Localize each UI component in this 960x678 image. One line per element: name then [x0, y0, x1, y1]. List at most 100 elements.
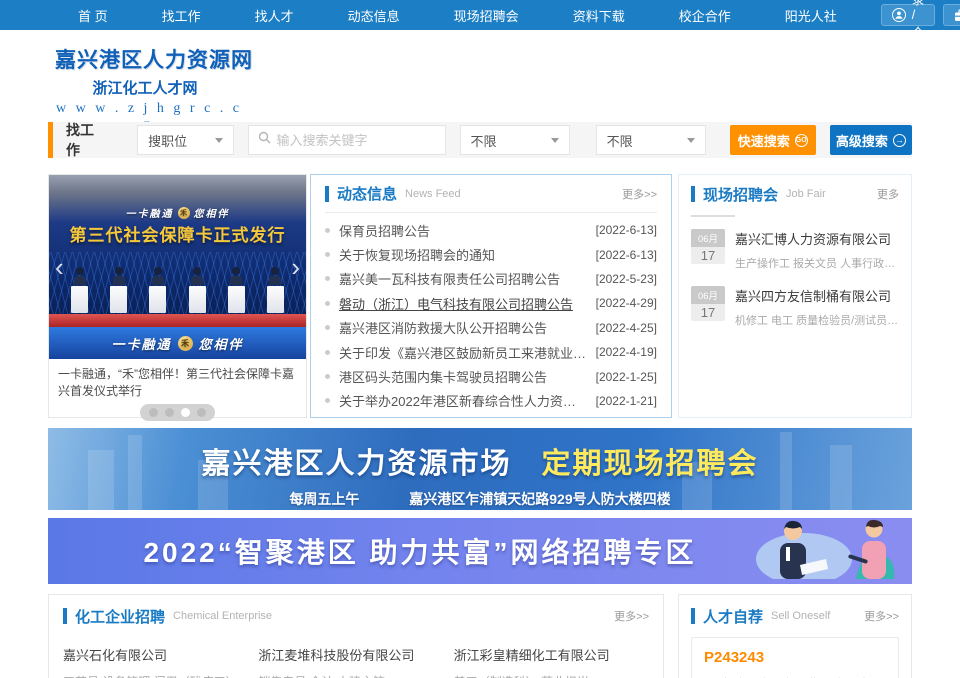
date-badge: 06月 17 [691, 229, 725, 271]
news-row[interactable]: 嘉兴美一瓦科技有限责任公司招聘公告 [2022-5-23] [325, 267, 657, 291]
chevron-down-icon [551, 138, 559, 143]
news-item-title[interactable]: 关于印发《嘉兴港区鼓励新员工来港就业补助操作... [339, 343, 588, 362]
news-row[interactable]: 磐动（浙江）电气科技有限公司招聘公告 [2022-4-29] [325, 291, 657, 315]
arrow-circle-icon: → [893, 134, 906, 147]
date-month: 06月 [691, 229, 725, 247]
news-row[interactable]: 关于恢复现场招聘会的通知 [2022-6-13] [325, 242, 657, 266]
person-figure [267, 267, 284, 313]
search-input[interactable] [277, 133, 453, 148]
personal-login-label: 个人登录 / 个人注册 [912, 0, 925, 98]
footer-left: 一卡融通 [111, 334, 171, 353]
company-name[interactable]: 浙江彩皇精细化工有限公司 [454, 645, 649, 664]
nav-item-find-talent[interactable]: 找人才 [245, 6, 304, 25]
nav-item-find-job[interactable]: 找工作 [152, 6, 211, 25]
news-item-date: [2022-1-25] [596, 370, 657, 384]
site-title[interactable]: 嘉兴港区人力资源网 [55, 44, 960, 74]
fair-positions: 生产操作工 报关文员 人事行政助理... [735, 255, 899, 271]
news-item-title[interactable]: 关于举办2022年港区新春综合性人力资源暨春风... [339, 391, 588, 410]
news-row[interactable]: 港区码头范围内集卡驾驶员招聘公告 [2022-1-25] [325, 364, 657, 388]
dots-pill [140, 404, 215, 421]
personal-login-button[interactable]: 个人登录 / 个人注册 [881, 4, 936, 26]
talent-panel: 人才自荐 Sell Oneself 更多>> P243243 男 ｜ 嘉兴市->… [678, 594, 912, 678]
company-item[interactable]: 嘉兴石化有限公司 工艺员 设备管理 门卫（残疾工） [63, 645, 258, 678]
bullet-icon [325, 374, 330, 379]
carousel-slide[interactable]: 一卡融通 禾 您相伴 第三代社会保障卡正式发行 [49, 175, 306, 359]
carousel-dot-active[interactable] [181, 408, 190, 417]
job-fair-more-link[interactable]: 更多 [877, 186, 899, 202]
news-row[interactable]: 关于印发《嘉兴港区鼓励新员工来港就业补助操作... [2022-4-19] [325, 340, 657, 364]
date-month: 06月 [691, 286, 725, 304]
bullet-icon [325, 276, 330, 281]
carousel-caption[interactable]: 一卡融通，“禾”您相伴！第三代社会保障卡嘉兴首发仪式举行 [49, 359, 306, 401]
news-item-title[interactable]: 嘉兴港区消防救援大队公开招聘公告 [339, 318, 588, 337]
chevron-down-icon [215, 138, 223, 143]
person-figure [110, 267, 127, 313]
news-item-title[interactable]: 磐动（浙江）电气科技有限公司招聘公告 [339, 294, 588, 313]
carousel-next-arrow[interactable]: › [285, 251, 306, 283]
enterprise-entry-button[interactable]: 企业入口 [943, 4, 960, 26]
company-item[interactable]: 浙江彩皇精细化工有限公司 普工（制造科） 营业担当 [454, 645, 649, 678]
nav-item-job-fair[interactable]: 现场招聘会 [444, 6, 529, 25]
news-more-link[interactable]: 更多>> [622, 186, 657, 202]
search-category-select[interactable]: 搜职位 [137, 125, 233, 155]
job-market-banner[interactable]: 嘉兴港区人力资源市场 定期现场招聘会 每周五上午 嘉兴港区乍浦镇天妃路929号人… [48, 428, 912, 510]
chemical-more-link[interactable]: 更多>> [614, 608, 649, 624]
main-row: 一卡融通 禾 您相伴 第三代社会保障卡正式发行 [48, 174, 912, 418]
news-row[interactable]: 保育员招聘公告 [2022-6-13] [325, 218, 657, 242]
slide-tagline: 一卡融通 禾 您相伴 [49, 205, 306, 220]
news-item-title[interactable]: 保育员招聘公告 [339, 221, 588, 240]
bullet-icon [325, 398, 330, 403]
site-header: 嘉兴港区人力资源网 浙江化工人才网 w w w . z j h g r c . … [0, 30, 960, 122]
footer-right: 您相伴 [199, 334, 244, 353]
filter2-select[interactable]: 不限 [596, 125, 706, 155]
filter1-select[interactable]: 不限 [460, 125, 570, 155]
carousel-prev-arrow[interactable]: ‹ [49, 251, 70, 283]
talent-title: 人才自荐 [703, 606, 763, 627]
company-list: 嘉兴石化有限公司 工艺员 设备管理 门卫（残疾工） 浙江麦堆科技股份有限公司 销… [63, 645, 649, 678]
news-item-title[interactable]: 港区码头范围内集卡驾驶员招聘公告 [339, 367, 588, 386]
chemical-panel: 化工企业招聘 Chemical Enterprise 更多>> 嘉兴石化有限公司… [48, 594, 664, 678]
carousel-dot[interactable] [149, 408, 158, 417]
tagline-left: 一卡融通 [126, 205, 174, 220]
fair-info: 嘉兴四方友信制桶有限公司 机修工 电工 质量检验员/测试员 叉车... [735, 286, 899, 328]
company-item[interactable]: 浙江麦堆科技股份有限公司 销售专员 会计 土建主管 [258, 645, 453, 678]
fair-company[interactable]: 嘉兴汇博人力资源有限公司 [735, 229, 899, 248]
news-title: 动态信息 [337, 183, 397, 204]
briefcase-icon [954, 9, 960, 22]
fair-company[interactable]: 嘉兴四方友信制桶有限公司 [735, 286, 899, 305]
carousel: 一卡融通 禾 您相伴 第三代社会保障卡正式发行 [48, 174, 307, 418]
advanced-search-label: 高级搜索 [836, 131, 888, 150]
job-fair-item[interactable]: 06月 17 嘉兴汇博人力资源有限公司 生产操作工 报关文员 人事行政助理... [691, 229, 899, 271]
stage-strip [49, 314, 306, 327]
job-fair-panel: 现场招聘会 Job Fair 更多 06月 17 嘉兴汇博人力资源有限公司 生产… [678, 174, 912, 418]
nav-item-school-coop[interactable]: 校企合作 [669, 6, 741, 25]
advanced-search-button[interactable]: 高级搜索 → [830, 125, 912, 155]
talent-card[interactable]: P243243 男 ｜ 嘉兴市->嘉兴港区 ｜ 八年以上 [691, 637, 899, 678]
talent-more-link[interactable]: 更多>> [864, 608, 899, 624]
talent-id[interactable]: P243243 [704, 649, 886, 666]
banner1-details: 每周五上午 嘉兴港区乍浦镇天妃路929号人防大楼四楼 [48, 489, 912, 509]
news-item-title[interactable]: 关于恢复现场招聘会的通知 [339, 245, 588, 264]
nav-item-sunshine-hr[interactable]: 阳光人社 [775, 6, 847, 25]
top-nav: 首 页 找工作 找人才 动态信息 现场招聘会 资料下载 校企合作 阳光人社 个人… [0, 0, 960, 30]
divider [691, 215, 735, 217]
section-bar [63, 608, 67, 624]
banner1-title-white: 嘉兴港区人力资源市场 [201, 448, 511, 480]
carousel-dot[interactable] [165, 408, 174, 417]
news-row[interactable]: 关于举办2022年港区新春综合性人力资源暨春风... [2022-1-21] [325, 389, 657, 413]
carousel-dot[interactable] [197, 408, 206, 417]
job-fair-item[interactable]: 06月 17 嘉兴四方友信制桶有限公司 机修工 电工 质量检验员/测试员 叉车.… [691, 286, 899, 328]
date-day: 17 [691, 304, 725, 321]
company-name[interactable]: 浙江麦堆科技股份有限公司 [258, 645, 453, 664]
company-name[interactable]: 嘉兴石化有限公司 [63, 645, 258, 664]
slide-title: 第三代社会保障卡正式发行 [49, 221, 306, 246]
chemical-header: 化工企业招聘 Chemical Enterprise 更多>> [63, 595, 649, 637]
news-item-title[interactable]: 嘉兴美一瓦科技有限责任公司招聘公告 [339, 269, 588, 288]
nav-item-home[interactable]: 首 页 [68, 6, 118, 25]
nav-item-downloads[interactable]: 资料下载 [563, 6, 635, 25]
online-recruiting-banner[interactable]: 2022“智聚港区 助力共富”网络招聘专区 [48, 518, 912, 584]
quick-search-button[interactable]: 快速搜索 GO [730, 125, 816, 155]
banner1-address: 嘉兴港区乍浦镇天妃路929号人防大楼四楼 [409, 491, 670, 507]
nav-item-news[interactable]: 动态信息 [338, 6, 410, 25]
news-row[interactable]: 嘉兴港区消防救援大队公开招聘公告 [2022-4-25] [325, 316, 657, 340]
